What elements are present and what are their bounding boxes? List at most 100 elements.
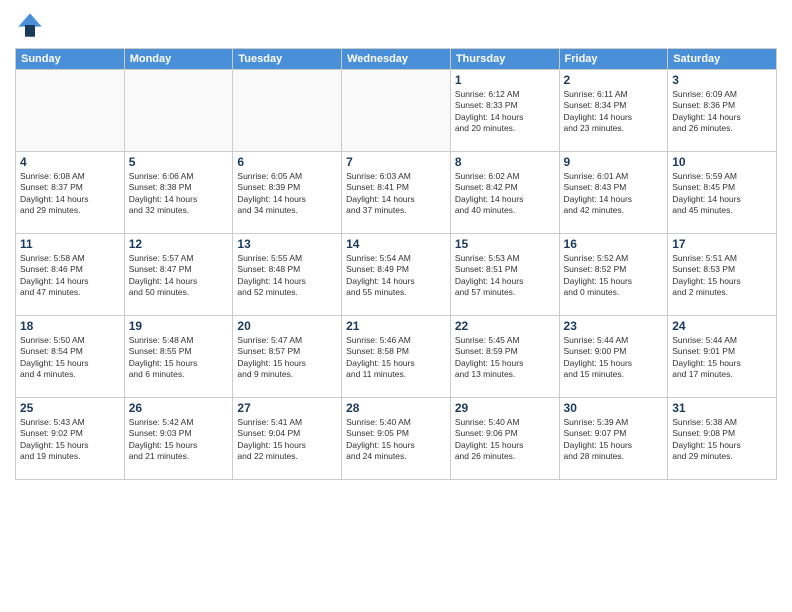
day-cell: 19 Sunrise: 5:48 AM Sunset: 8:55 PM Dayli…: [124, 316, 233, 398]
day-number: 4: [20, 155, 120, 169]
day-number: 23: [564, 319, 664, 333]
day-info: Sunrise: 6:11 AM Sunset: 8:34 PM Dayligh…: [564, 89, 664, 135]
logo: [15, 10, 49, 40]
day-cell: [233, 70, 342, 152]
weekday-saturday: Saturday: [668, 49, 777, 70]
day-info: Sunrise: 6:02 AM Sunset: 8:42 PM Dayligh…: [455, 171, 555, 217]
day-number: 6: [237, 155, 337, 169]
weekday-tuesday: Tuesday: [233, 49, 342, 70]
day-cell: 27 Sunrise: 5:41 AM Sunset: 9:04 PM Dayli…: [233, 398, 342, 480]
day-cell: 31Sunrise: 5:38 AM Sunset: 9:08 PM Dayli…: [668, 398, 777, 480]
day-info: Sunrise: 5:46 AM Sunset: 8:58 PM Dayligh…: [346, 335, 446, 381]
day-cell: 22 Sunrise: 5:45 AM Sunset: 8:59 PM Dayli…: [450, 316, 559, 398]
day-info: Sunrise: 5:39 AM Sunset: 9:07 PM Dayligh…: [564, 417, 664, 463]
day-cell: 12 Sunrise: 5:57 AM Sunset: 8:47 PM Dayli…: [124, 234, 233, 316]
week-row-3: 11 Sunrise: 5:58 AM Sunset: 8:46 PM Dayli…: [16, 234, 777, 316]
day-number: 12: [129, 237, 229, 251]
day-info: Sunrise: 5:48 AM Sunset: 8:55 PM Dayligh…: [129, 335, 229, 381]
logo-icon: [15, 10, 45, 40]
day-info: Sunrise: 5:50 AM Sunset: 8:54 PM Dayligh…: [20, 335, 120, 381]
page: SundayMondayTuesdayWednesdayThursdayFrid…: [0, 0, 792, 612]
day-info: Sunrise: 5:54 AM Sunset: 8:49 PM Dayligh…: [346, 253, 446, 299]
day-info: Sunrise: 6:03 AM Sunset: 8:41 PM Dayligh…: [346, 171, 446, 217]
weekday-wednesday: Wednesday: [342, 49, 451, 70]
day-number: 16: [564, 237, 664, 251]
day-number: 26: [129, 401, 229, 415]
day-cell: 25 Sunrise: 5:43 AM Sunset: 9:02 PM Dayli…: [16, 398, 125, 480]
day-cell: 18 Sunrise: 5:50 AM Sunset: 8:54 PM Dayli…: [16, 316, 125, 398]
day-info: Sunrise: 5:58 AM Sunset: 8:46 PM Dayligh…: [20, 253, 120, 299]
day-cell: 13Sunrise: 5:55 AM Sunset: 8:48 PM Dayli…: [233, 234, 342, 316]
day-number: 15: [455, 237, 555, 251]
day-info: Sunrise: 5:44 AM Sunset: 9:00 PM Dayligh…: [564, 335, 664, 381]
day-number: 19: [129, 319, 229, 333]
day-cell: 24Sunrise: 5:44 AM Sunset: 9:01 PM Dayli…: [668, 316, 777, 398]
day-cell: 6Sunrise: 6:05 AM Sunset: 8:39 PM Daylig…: [233, 152, 342, 234]
day-number: 5: [129, 155, 229, 169]
day-cell: 4 Sunrise: 6:08 AM Sunset: 8:37 PM Daylig…: [16, 152, 125, 234]
day-cell: 23 Sunrise: 5:44 AM Sunset: 9:00 PM Dayli…: [559, 316, 668, 398]
day-info: Sunrise: 5:40 AM Sunset: 9:05 PM Dayligh…: [346, 417, 446, 463]
day-number: 25: [20, 401, 120, 415]
day-number: 2: [564, 73, 664, 87]
day-info: Sunrise: 5:43 AM Sunset: 9:02 PM Dayligh…: [20, 417, 120, 463]
weekday-monday: Monday: [124, 49, 233, 70]
day-number: 29: [455, 401, 555, 415]
day-number: 1: [455, 73, 555, 87]
week-row-2: 4 Sunrise: 6:08 AM Sunset: 8:37 PM Daylig…: [16, 152, 777, 234]
day-cell: 1 Sunrise: 6:12 AM Sunset: 8:33 PM Daylig…: [450, 70, 559, 152]
week-row-4: 18 Sunrise: 5:50 AM Sunset: 8:54 PM Dayli…: [16, 316, 777, 398]
day-number: 9: [564, 155, 664, 169]
calendar-table: SundayMondayTuesdayWednesdayThursdayFrid…: [15, 48, 777, 480]
day-number: 3: [672, 73, 772, 87]
day-number: 24: [672, 319, 772, 333]
day-number: 8: [455, 155, 555, 169]
day-info: Sunrise: 5:47 AM Sunset: 8:57 PM Dayligh…: [237, 335, 337, 381]
day-cell: [124, 70, 233, 152]
day-cell: 16Sunrise: 5:52 AM Sunset: 8:52 PM Dayli…: [559, 234, 668, 316]
day-info: Sunrise: 6:08 AM Sunset: 8:37 PM Dayligh…: [20, 171, 120, 217]
day-info: Sunrise: 5:59 AM Sunset: 8:45 PM Dayligh…: [672, 171, 772, 217]
day-number: 27: [237, 401, 337, 415]
day-number: 14: [346, 237, 446, 251]
weekday-sunday: Sunday: [16, 49, 125, 70]
day-number: 11: [20, 237, 120, 251]
weekday-header-row: SundayMondayTuesdayWednesdayThursdayFrid…: [16, 49, 777, 70]
day-cell: 29 Sunrise: 5:40 AM Sunset: 9:06 PM Dayli…: [450, 398, 559, 480]
day-info: Sunrise: 5:40 AM Sunset: 9:06 PM Dayligh…: [455, 417, 555, 463]
day-info: Sunrise: 5:53 AM Sunset: 8:51 PM Dayligh…: [455, 253, 555, 299]
day-info: Sunrise: 6:01 AM Sunset: 8:43 PM Dayligh…: [564, 171, 664, 217]
day-info: Sunrise: 6:12 AM Sunset: 8:33 PM Dayligh…: [455, 89, 555, 135]
day-cell: 26 Sunrise: 5:42 AM Sunset: 9:03 PM Dayli…: [124, 398, 233, 480]
day-info: Sunrise: 5:55 AM Sunset: 8:48 PM Dayligh…: [237, 253, 337, 299]
weekday-thursday: Thursday: [450, 49, 559, 70]
day-cell: 5 Sunrise: 6:06 AM Sunset: 8:38 PM Daylig…: [124, 152, 233, 234]
day-info: Sunrise: 5:41 AM Sunset: 9:04 PM Dayligh…: [237, 417, 337, 463]
day-cell: [16, 70, 125, 152]
day-cell: 20Sunrise: 5:47 AM Sunset: 8:57 PM Dayli…: [233, 316, 342, 398]
week-row-1: 1 Sunrise: 6:12 AM Sunset: 8:33 PM Daylig…: [16, 70, 777, 152]
day-info: Sunrise: 5:42 AM Sunset: 9:03 PM Dayligh…: [129, 417, 229, 463]
day-cell: 11 Sunrise: 5:58 AM Sunset: 8:46 PM Dayli…: [16, 234, 125, 316]
day-cell: 10Sunrise: 5:59 AM Sunset: 8:45 PM Dayli…: [668, 152, 777, 234]
day-number: 18: [20, 319, 120, 333]
day-cell: 21 Sunrise: 5:46 AM Sunset: 8:58 PM Dayli…: [342, 316, 451, 398]
day-cell: 28Sunrise: 5:40 AM Sunset: 9:05 PM Dayli…: [342, 398, 451, 480]
day-cell: [342, 70, 451, 152]
day-number: 17: [672, 237, 772, 251]
day-number: 21: [346, 319, 446, 333]
day-info: Sunrise: 6:09 AM Sunset: 8:36 PM Dayligh…: [672, 89, 772, 135]
day-cell: 14 Sunrise: 5:54 AM Sunset: 8:49 PM Dayli…: [342, 234, 451, 316]
header: [15, 10, 777, 40]
day-cell: 15 Sunrise: 5:53 AM Sunset: 8:51 PM Dayli…: [450, 234, 559, 316]
day-number: 22: [455, 319, 555, 333]
day-cell: 9 Sunrise: 6:01 AM Sunset: 8:43 PM Daylig…: [559, 152, 668, 234]
day-info: Sunrise: 5:57 AM Sunset: 8:47 PM Dayligh…: [129, 253, 229, 299]
day-cell: 30 Sunrise: 5:39 AM Sunset: 9:07 PM Dayli…: [559, 398, 668, 480]
day-cell: 3 Sunrise: 6:09 AM Sunset: 8:36 PM Daylig…: [668, 70, 777, 152]
day-number: 30: [564, 401, 664, 415]
day-cell: 17Sunrise: 5:51 AM Sunset: 8:53 PM Dayli…: [668, 234, 777, 316]
day-info: Sunrise: 5:38 AM Sunset: 9:08 PM Dayligh…: [672, 417, 772, 463]
day-info: Sunrise: 5:45 AM Sunset: 8:59 PM Dayligh…: [455, 335, 555, 381]
day-info: Sunrise: 6:06 AM Sunset: 8:38 PM Dayligh…: [129, 171, 229, 217]
